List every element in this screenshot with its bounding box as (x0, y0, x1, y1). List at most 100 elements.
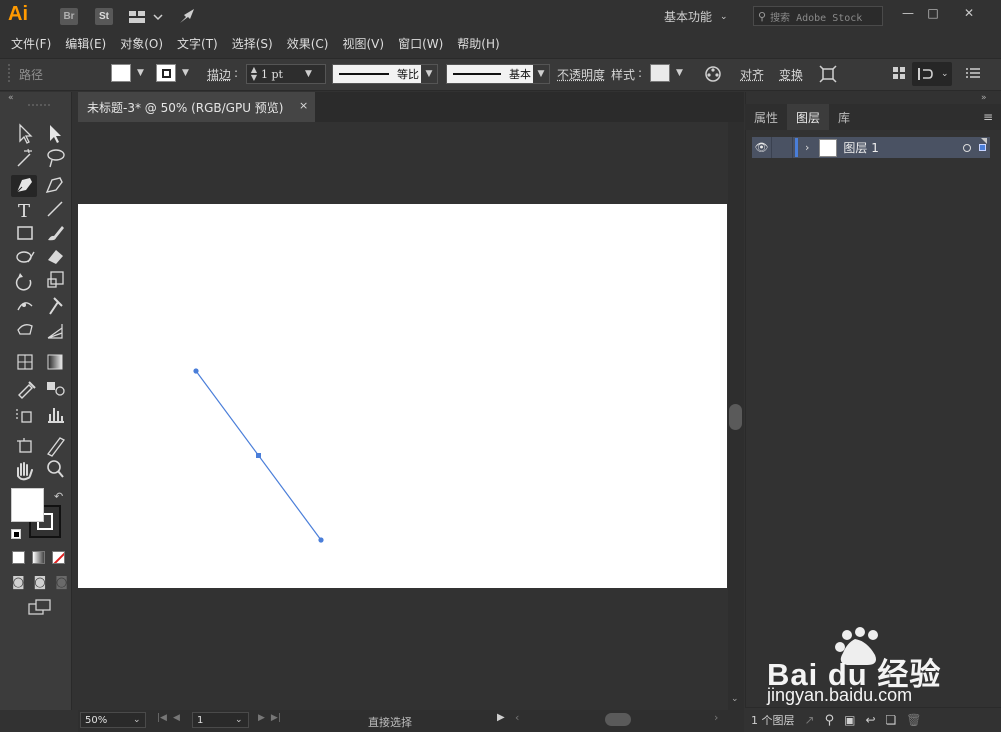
color-mode-icon[interactable] (12, 551, 25, 564)
variable-width-profile-dropdown[interactable]: 等比 ▼ (332, 64, 438, 84)
brush-definition-dropdown[interactable]: 基本 ▼ (446, 64, 550, 84)
graphic-style-dropdown[interactable]: ▼ (650, 64, 683, 82)
artboard-nav-next[interactable]: ▶ ▶| (258, 713, 281, 723)
menu-file[interactable]: 文件(F) (4, 34, 58, 55)
minimize-button[interactable]: — (897, 4, 919, 22)
none-mode-icon[interactable] (52, 551, 65, 564)
mesh-tool-icon (17, 354, 33, 370)
control-bar-grip[interactable] (8, 64, 12, 82)
expand-layer-icon[interactable]: › (805, 141, 809, 154)
panel-options-button[interactable]: ⌄ (912, 62, 952, 86)
menu-effect[interactable]: 效果(C) (280, 34, 336, 55)
scroll-down-icon[interactable]: ⌄ (731, 694, 739, 704)
draw-normal-icon[interactable]: ◙ (12, 575, 25, 590)
document-tab[interactable]: 未标题-3* @ 50% (RGB/GPU 预览) (78, 92, 315, 122)
fill-color-swatch[interactable] (11, 488, 44, 522)
prev-artboard-icon[interactable]: ◀ (173, 713, 180, 723)
stroke-label[interactable]: 描边 (207, 66, 231, 83)
align-link[interactable]: 对齐 (740, 66, 764, 83)
fill-color-dropdown[interactable]: ▼ (111, 64, 144, 82)
panel-menu-icon[interactable]: ≡ (983, 110, 993, 124)
anchor-point (318, 537, 324, 543)
artboard-nav-prev[interactable]: |◀ ◀ (157, 713, 180, 723)
gradient-mode-icon[interactable] (32, 551, 45, 564)
isolate-selection-icon[interactable] (819, 65, 837, 86)
export-icon[interactable]: ↗ (805, 713, 815, 727)
stroke-swatch (156, 64, 176, 82)
chevron-down-icon: ▼ (533, 65, 549, 83)
layer-name[interactable]: 图层 1 (843, 139, 878, 156)
scroll-right-icon[interactable]: › (714, 711, 718, 724)
menu-edit[interactable]: 编辑(E) (58, 34, 113, 55)
collapse-panel-icon[interactable]: « (8, 93, 14, 103)
clipping-mask-icon[interactable]: ▣ (844, 713, 855, 727)
stroke-color-dropdown[interactable]: ▼ (156, 64, 189, 82)
horizontal-scrollbar-thumb[interactable] (605, 713, 631, 726)
lasso-icon (47, 149, 65, 168)
tab-properties[interactable]: 属性 (745, 104, 787, 130)
gpu-performance-icon[interactable] (178, 7, 198, 28)
close-tab-icon[interactable]: × (299, 99, 308, 112)
recolor-artwork-icon[interactable] (704, 65, 722, 86)
stroke-weight-field[interactable]: ▲ ▼ 1 pt ▼ (246, 64, 326, 84)
menu-select[interactable]: 选择(S) (225, 34, 280, 55)
screen-mode-icon[interactable] (28, 599, 52, 618)
scrollbar-thumb[interactable] (729, 404, 742, 430)
locate-object-icon[interactable]: ⚲ (825, 713, 835, 728)
menu-type[interactable]: 文字(T) (170, 34, 225, 55)
stock-search-input[interactable]: ⚲ 搜索 Adobe Stock (753, 6, 883, 26)
menu-help[interactable]: 帮助(H) (450, 34, 506, 55)
zoom-value: 50% (85, 714, 108, 726)
zoom-field[interactable]: 50% ⌄ (80, 712, 146, 728)
transform-link[interactable]: 变换 (779, 66, 803, 83)
last-artboard-icon[interactable]: ▶| (271, 713, 281, 723)
artboard-number-field[interactable]: 1 ⌄ (192, 712, 249, 728)
layer-row[interactable]: 👁 › 图层 1 (752, 137, 990, 158)
bridge-button[interactable]: Br (60, 8, 78, 25)
draw-inside-icon[interactable]: ◙ (55, 575, 68, 590)
app-logo: Ai (8, 3, 28, 25)
artboard[interactable] (78, 204, 727, 588)
default-fill-stroke-icon[interactable] (11, 529, 21, 539)
workspace-label: 基本功能 (664, 10, 713, 24)
menu-list-icon[interactable] (966, 67, 980, 82)
swap-fill-stroke-icon[interactable]: ↶ (54, 490, 63, 503)
curvature-tool-icon (45, 177, 63, 193)
collapse-panel-icon[interactable]: » (981, 93, 987, 103)
new-layer-icon[interactable]: ❏ (886, 713, 897, 727)
chevron-down-icon: ▼ (421, 65, 437, 83)
tab-layers[interactable]: 图层 (787, 104, 830, 130)
tools-grip[interactable] (28, 104, 50, 108)
workspace-switcher[interactable]: 基本功能 ⌄ (664, 8, 728, 25)
panel-options-icon (918, 68, 933, 80)
maximize-button[interactable]: □ (922, 4, 944, 22)
tab-libraries[interactable]: 库 (829, 104, 859, 130)
trash-icon[interactable]: 🗑 (906, 713, 921, 727)
eraser-tool-icon (48, 250, 63, 264)
gradient-tool-icon (47, 354, 63, 370)
search-icon: ⚲ (758, 9, 767, 23)
close-window-button[interactable]: ✕ (958, 4, 980, 22)
stroke-weight-value: 1 pt (261, 67, 283, 81)
lock-toggle[interactable] (771, 137, 793, 158)
scroll-left-icon[interactable]: ‹ (515, 711, 519, 724)
first-artboard-icon[interactable]: |◀ (157, 713, 167, 723)
new-sublayer-icon[interactable]: ↩ (865, 713, 875, 727)
grid-view-icon[interactable] (892, 66, 906, 83)
puppet-warp-icon (49, 297, 63, 315)
menu-window[interactable]: 窗口(W) (391, 34, 450, 55)
line-segment-tool-icon (47, 201, 63, 217)
next-artboard-icon[interactable]: ▶ (258, 713, 265, 723)
menu-object[interactable]: 对象(O) (113, 34, 170, 55)
arrange-documents-icon[interactable] (128, 9, 168, 28)
stepper-icon[interactable]: ▲ ▼ (247, 66, 261, 82)
selection-indicator[interactable] (979, 144, 986, 151)
rotate-tool-icon (15, 273, 32, 291)
menu-view[interactable]: 视图(V) (335, 34, 391, 55)
visibility-eye-icon[interactable]: 👁 (752, 141, 771, 154)
draw-behind-icon[interactable]: ◙ (34, 575, 47, 590)
status-menu-icon[interactable]: ▶ (497, 712, 505, 723)
target-icon[interactable] (963, 143, 971, 152)
opacity-link[interactable]: 不透明度 (557, 66, 605, 83)
stock-button[interactable]: St (95, 8, 113, 25)
